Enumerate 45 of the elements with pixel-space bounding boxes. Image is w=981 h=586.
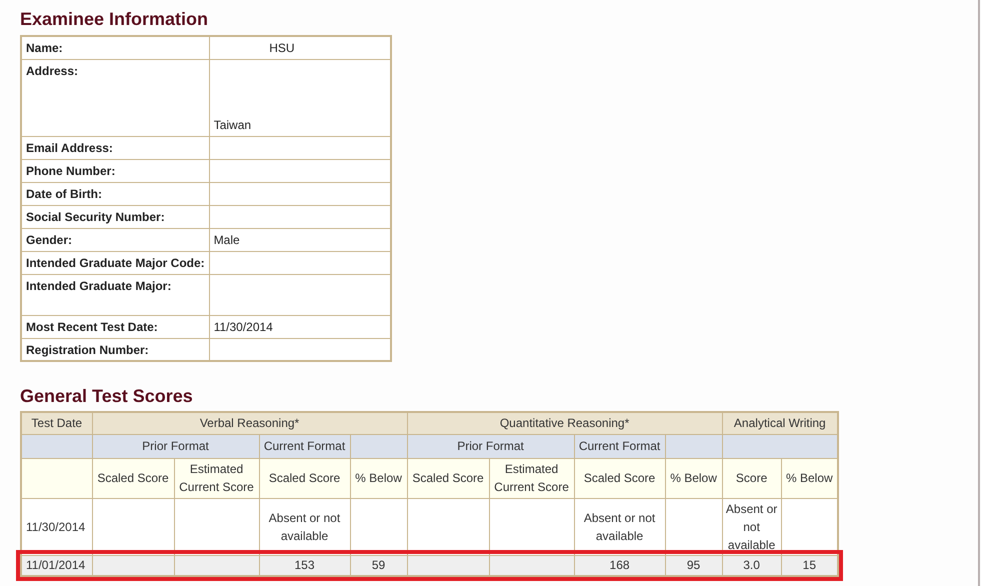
table-cell: Absent or not available (268, 510, 340, 542)
field-label: Address: (26, 64, 78, 78)
column-header: Scaled Score (97, 471, 169, 485)
table-cell: 15 (802, 558, 816, 572)
field-value: HSU (269, 41, 295, 55)
field-label: Social Security Number: (26, 210, 165, 224)
column-group-header: Verbal Reasoning* (92, 412, 408, 434)
column-group-header: Test Date (21, 412, 92, 434)
field-label: Registration Number: (26, 342, 149, 356)
field-label: Intended Graduate Major: (26, 278, 172, 292)
table-cell: 153 (294, 558, 315, 572)
field-label: Name: (26, 41, 63, 55)
column-header: % Below (355, 471, 402, 485)
table-cell: 11/01/2014 (26, 558, 86, 572)
format-header: Prior Format (457, 439, 524, 453)
table-cell: Absent or not available (584, 510, 656, 542)
column-header: Estimated Current Score (494, 462, 569, 494)
section-heading: General Test Scores (20, 385, 193, 407)
field-value: Male (214, 232, 240, 246)
column-group-header: Quantitative Reasoning* (407, 412, 722, 434)
field-value: Taiwan (214, 118, 252, 132)
table-cell: 168 (610, 558, 630, 572)
table-cell: Absent or not available (726, 502, 778, 552)
format-header: Prior Format (142, 439, 209, 453)
column-header: Estimated Current Score (179, 462, 254, 494)
column-header: Score (736, 471, 768, 485)
field-label: Most Recent Test Date: (26, 320, 158, 334)
format-header: Current Format (578, 439, 660, 453)
table-cell: 95 (686, 558, 700, 572)
field-label: Gender: (26, 232, 72, 246)
field-label: Date of Birth: (26, 186, 102, 200)
field-label: Phone Number: (26, 164, 116, 178)
table-cell: 59 (372, 558, 386, 572)
column-header: Scaled Score (268, 471, 340, 485)
field-label: Intended Graduate Major Code: (26, 256, 205, 270)
format-header: Current Format (264, 439, 346, 453)
column-header: Scaled Score (584, 471, 656, 485)
table-cell: 11/30/2014 (26, 520, 86, 534)
column-header: % Below (670, 471, 717, 485)
column-header: % Below (786, 471, 833, 485)
field-label: Email Address: (26, 140, 113, 154)
table-cell: 3.0 (743, 558, 760, 572)
section-heading: Examinee Information (20, 8, 208, 30)
field-value: 11/30/2014 (214, 320, 273, 334)
column-header: Scaled Score (412, 471, 484, 485)
